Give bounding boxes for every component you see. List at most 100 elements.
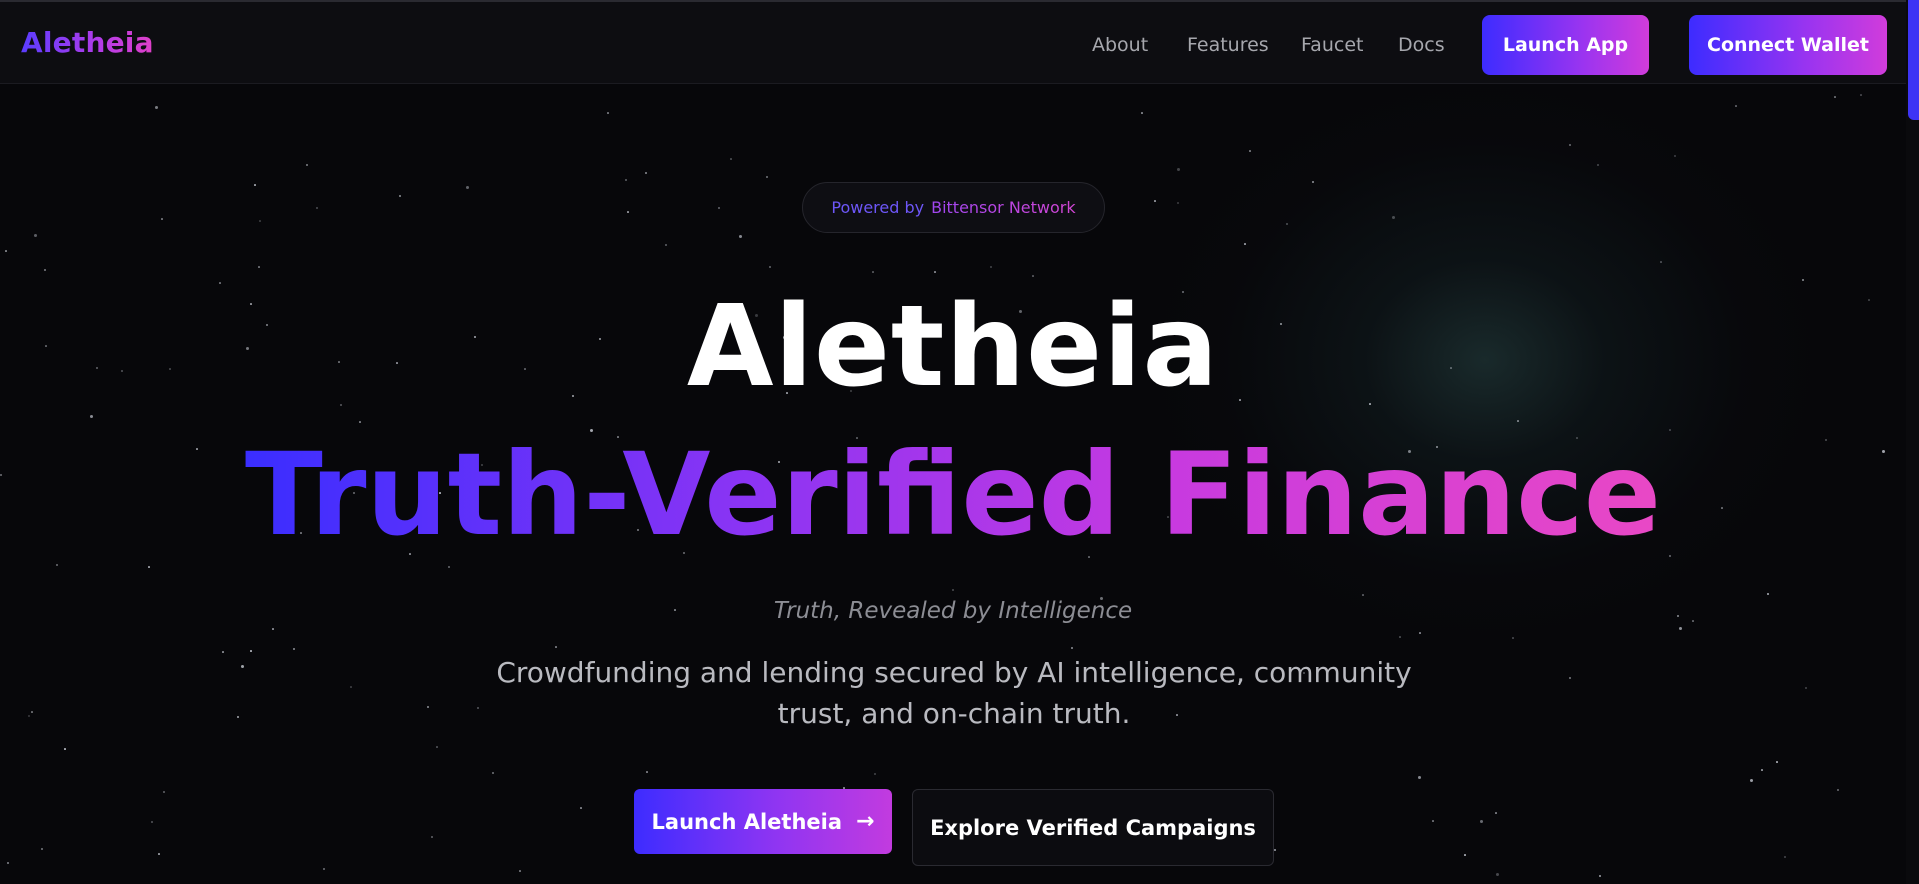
- hero-subtitle: Truth-Verified Finance: [0, 430, 1906, 560]
- connect-wallet-button[interactable]: Connect Wallet: [1689, 15, 1887, 75]
- star-dot: [1674, 155, 1676, 157]
- star-dot: [1154, 200, 1156, 202]
- star-dot: [350, 686, 352, 688]
- star-dot: [1495, 812, 1497, 814]
- star-dot: [1784, 856, 1786, 858]
- star-dot: [1599, 875, 1601, 877]
- star-dot: [293, 648, 295, 650]
- star-dot: [1776, 761, 1778, 763]
- star-dot: [580, 807, 582, 809]
- star-dot: [1177, 202, 1179, 204]
- nav-link-features[interactable]: Features: [1187, 34, 1269, 56]
- star-dot: [163, 791, 165, 793]
- star-dot: [1569, 144, 1571, 146]
- star-dot: [1860, 94, 1862, 96]
- star-dot: [237, 716, 239, 718]
- star-dot: [151, 821, 153, 823]
- star-dot: [316, 207, 318, 209]
- star-dot: [1480, 820, 1483, 823]
- hero-tagline: Truth, Revealed by Intelligence: [773, 598, 1133, 624]
- star-dot: [399, 195, 401, 197]
- star-dot: [34, 234, 37, 237]
- scrollbar-track[interactable]: [1906, 0, 1919, 884]
- star-dot: [1392, 216, 1395, 219]
- star-dot: [90, 415, 93, 418]
- star-dot: [466, 186, 469, 189]
- landing-page: Aletheia About Features Faucet Docs Laun…: [0, 0, 1919, 884]
- hero-title: Aletheia: [686, 282, 1220, 412]
- star-dot: [1432, 820, 1434, 822]
- star-dot: [1032, 275, 1034, 277]
- star-dot: [1597, 164, 1599, 166]
- scrollbar-thumb[interactable]: [1908, 0, 1919, 120]
- logo[interactable]: Aletheia: [21, 26, 154, 59]
- star-dot: [254, 184, 256, 186]
- star-dot: [1464, 854, 1466, 856]
- star-dot: [990, 266, 992, 268]
- star-dot: [730, 158, 732, 160]
- star-dot: [161, 218, 163, 220]
- star-dot: [155, 106, 158, 109]
- star-dot: [436, 746, 438, 748]
- star-dot: [1802, 279, 1804, 281]
- star-dot: [718, 207, 720, 209]
- star-dot: [665, 244, 667, 246]
- star-dot: [1679, 627, 1682, 630]
- star-dot: [555, 646, 557, 648]
- star-dot: [1834, 96, 1836, 98]
- badge-network-name: Bittensor Network: [931, 198, 1076, 217]
- star-dot: [323, 868, 325, 870]
- nav-link-about[interactable]: About: [1092, 34, 1148, 56]
- star-dot: [359, 421, 361, 423]
- star-dot: [1496, 873, 1499, 876]
- star-dot: [1177, 168, 1180, 171]
- star-dot: [1312, 181, 1314, 183]
- star-dot: [492, 772, 494, 774]
- star-dot: [28, 715, 30, 717]
- star-dot: [1517, 420, 1519, 422]
- star-dot: [1141, 112, 1143, 114]
- star-dot: [44, 269, 46, 271]
- star-dot: [448, 566, 450, 568]
- powered-by-badge: Powered by Bittensor Network: [802, 182, 1105, 233]
- star-dot: [1274, 849, 1276, 851]
- star-dot: [1362, 594, 1364, 596]
- star-dot: [7, 862, 9, 864]
- launch-aletheia-button[interactable]: Launch Aletheia →: [634, 789, 892, 854]
- star-dot: [934, 271, 936, 273]
- star-dot: [1761, 769, 1763, 771]
- star-dot: [1750, 779, 1753, 782]
- star-dot: [1837, 789, 1839, 791]
- top-navbar: Aletheia About Features Faucet Docs Laun…: [0, 0, 1906, 84]
- nav-link-docs[interactable]: Docs: [1398, 34, 1445, 56]
- star-dot: [64, 748, 66, 750]
- star-dot: [431, 836, 433, 838]
- star-dot: [872, 271, 874, 273]
- hero-subtitle-text: Truth-Verified Finance: [244, 428, 1662, 561]
- star-dot: [769, 266, 771, 268]
- hero-description: Crowdfunding and lending secured by AI i…: [496, 656, 1412, 730]
- star-dot: [41, 848, 43, 850]
- star-dot: [1244, 243, 1246, 245]
- star-dot: [646, 771, 648, 773]
- star-dot: [739, 235, 742, 238]
- explore-campaigns-button[interactable]: Explore Verified Campaigns: [912, 789, 1274, 866]
- star-dot: [148, 566, 150, 568]
- star-dot: [306, 164, 308, 166]
- star-dot: [1512, 637, 1514, 639]
- launch-app-button[interactable]: Launch App: [1482, 15, 1649, 75]
- star-dot: [1660, 261, 1662, 263]
- star-dot: [1286, 223, 1288, 225]
- star-dot: [259, 220, 261, 222]
- star-dot: [258, 266, 260, 268]
- star-dot: [56, 564, 58, 566]
- star-dot: [5, 250, 7, 252]
- star-dot: [766, 176, 768, 178]
- star-dot: [1249, 150, 1251, 152]
- nav-link-faucet[interactable]: Faucet: [1301, 34, 1363, 56]
- star-dot: [250, 650, 252, 652]
- star-dot: [874, 773, 876, 775]
- launch-aletheia-label: Launch Aletheia: [651, 809, 843, 834]
- star-dot: [1569, 677, 1571, 679]
- star-dot: [31, 711, 33, 713]
